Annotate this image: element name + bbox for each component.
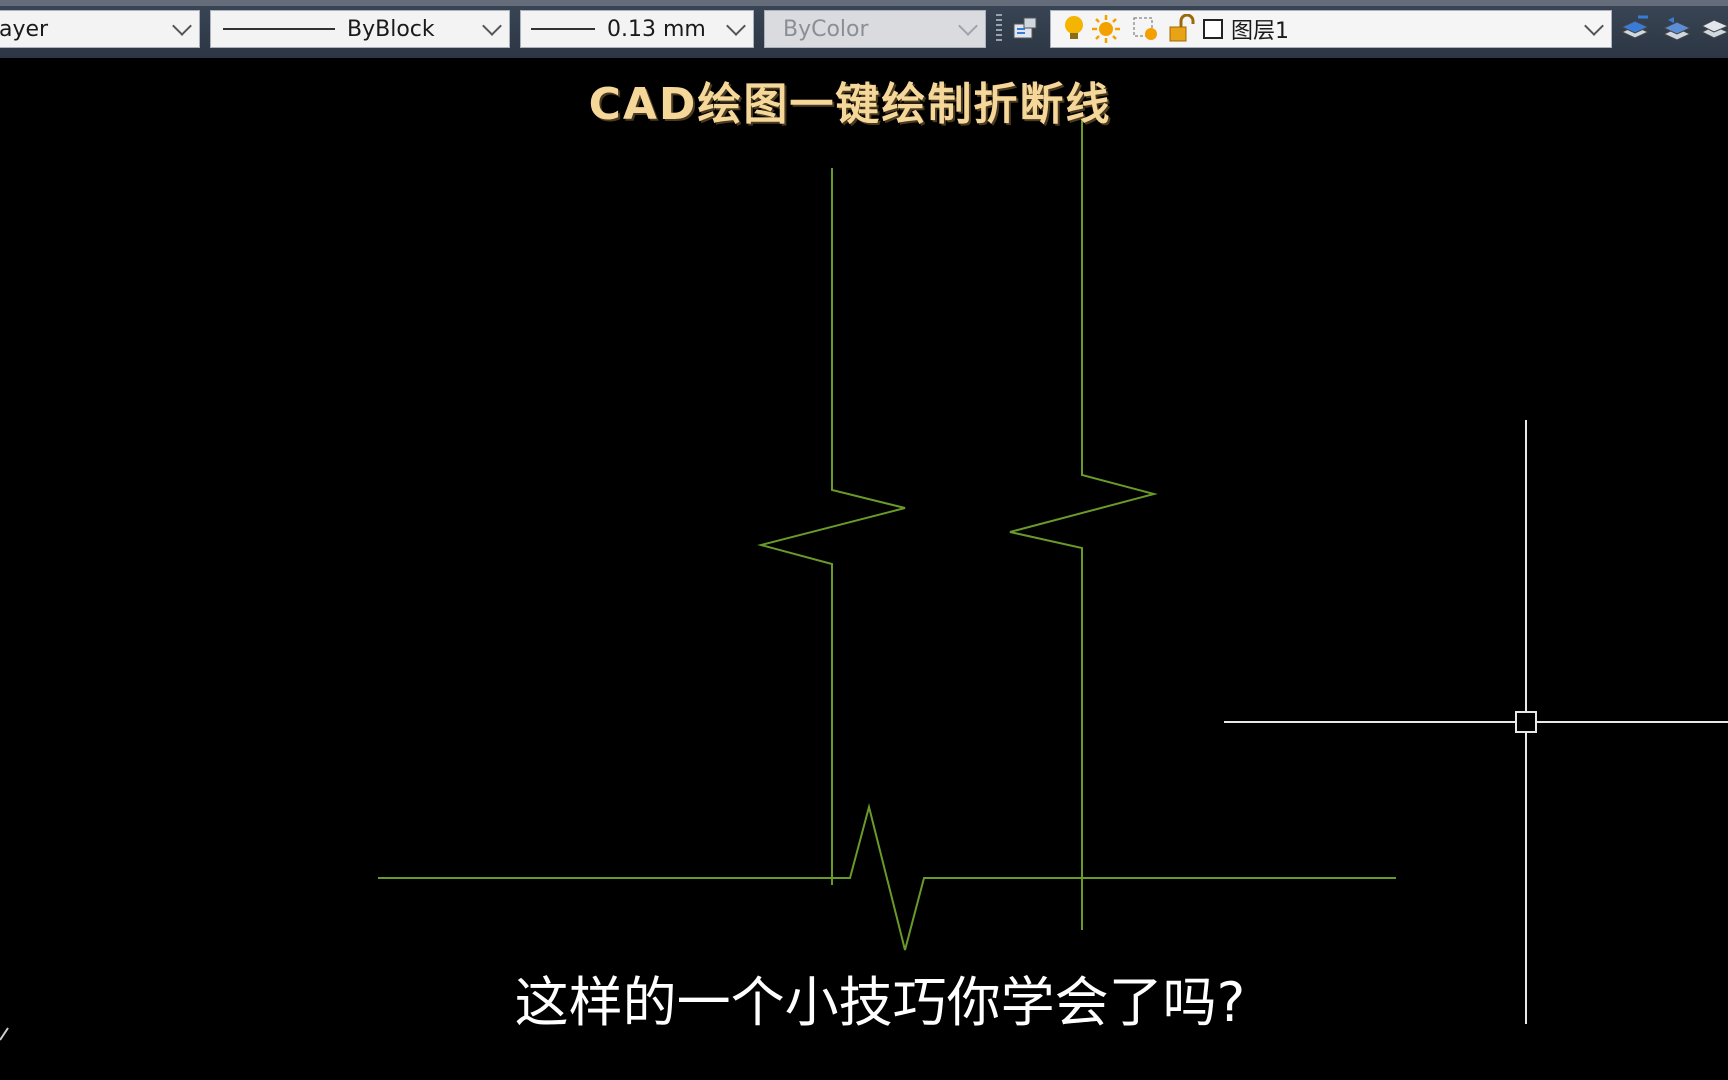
break-line-vertical-left[interactable] bbox=[757, 168, 906, 885]
crosshair-cursor bbox=[1224, 420, 1728, 1024]
drawing-geometry bbox=[0, 118, 1728, 1041]
video-subtitle-overlay: 这样的一个小技巧你学会了吗? bbox=[514, 971, 1246, 1034]
break-line-vertical-right[interactable] bbox=[1009, 118, 1158, 930]
video-title-overlay: CAD绘图一键绘制折断线 bbox=[588, 79, 1112, 130]
break-line-horizontal[interactable] bbox=[378, 803, 1396, 951]
